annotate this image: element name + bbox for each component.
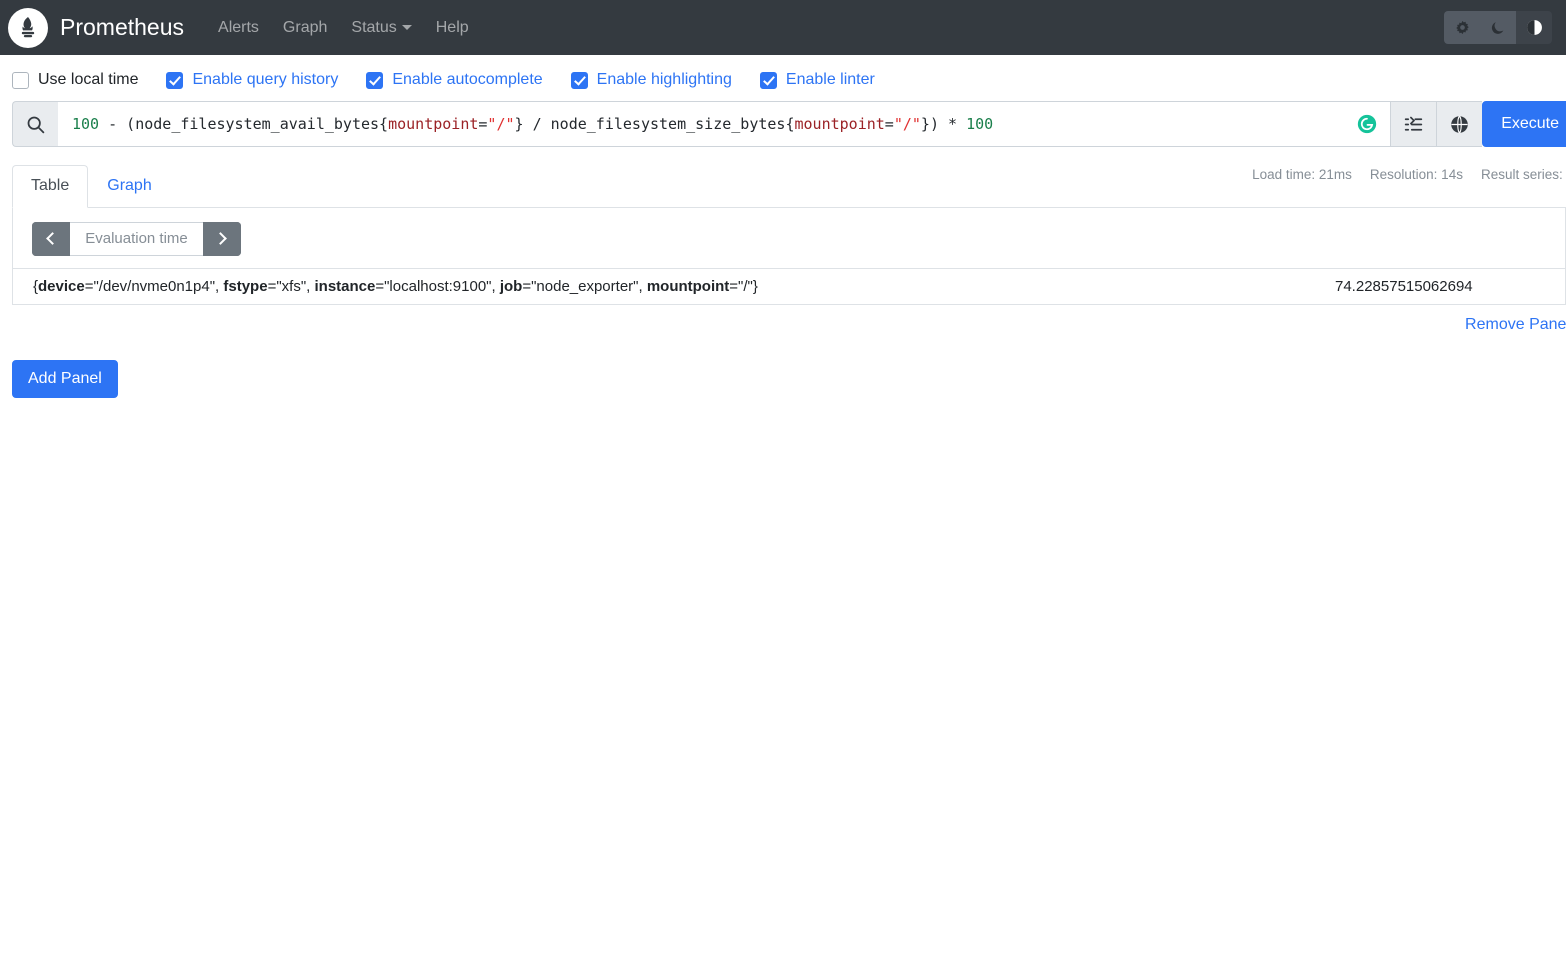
enable-autocomplete-checkbox[interactable] — [366, 71, 384, 89]
grammarly-icon[interactable] — [1344, 101, 1391, 147]
table-tab-panel: Evaluation time {device="/dev/nvme0n1p4"… — [12, 207, 1566, 305]
half-circle-icon — [1526, 19, 1543, 36]
promql-token-4: "/" — [487, 115, 515, 133]
query-input-group: 100 - (node_filesystem_avail_bytes{mount… — [12, 101, 1566, 147]
enable-autocomplete-label: Enable autocomplete — [392, 71, 543, 88]
promql-token-7: = — [884, 115, 894, 133]
label-value-device: ="/dev/nvme0n1p4", — [84, 277, 224, 295]
enable-linter-checkbox[interactable] — [759, 71, 777, 89]
option-enable-autocomplete[interactable]: Enable autocomplete — [366, 71, 543, 89]
evaluation-time-wrapper: Evaluation time — [13, 221, 1565, 268]
option-enable-highlighting[interactable]: Enable highlighting — [570, 71, 732, 89]
promql-expression-text: 100 - (node_filesystem_avail_bytes{mount… — [72, 115, 993, 133]
top-navbar: Prometheus Alerts Graph Status Help — [0, 0, 1566, 55]
nav-link-alerts-label: Alerts — [218, 18, 259, 36]
label-name-job: job — [499, 277, 523, 295]
evaluation-time-group: Evaluation time — [32, 221, 241, 256]
evaluation-time-next-button[interactable] — [203, 221, 241, 256]
chevron-right-icon — [214, 232, 227, 246]
use-local-time-checkbox[interactable] — [12, 71, 29, 89]
evaluation-time-input[interactable]: Evaluation time — [70, 221, 203, 256]
label-name-fstype: fstype — [223, 277, 268, 295]
promql-token-6: mountpoint — [794, 115, 885, 133]
promql-token-0: 100 — [72, 115, 100, 133]
auto-theme-button[interactable] — [1516, 11, 1552, 44]
result-metric-labels: {device="/dev/nvme0n1p4", fstype="xfs", … — [13, 267, 1315, 304]
moon-icon — [1491, 20, 1506, 35]
remove-panel-link[interactable]: Remove Panel — [1465, 316, 1566, 334]
resolution-stat: Resolution: 14s — [1369, 167, 1463, 182]
evaluation-time-prev-button[interactable] — [32, 221, 70, 256]
nav-link-status-label: Status — [351, 18, 397, 36]
tab-table[interactable]: Table — [12, 165, 89, 208]
nav-link-help[interactable]: Help — [424, 13, 481, 43]
add-panel-wrapper: Add Panel — [0, 334, 1566, 398]
query-panel: 100 - (node_filesystem_avail_bytes{mount… — [0, 101, 1566, 334]
enable-query-history-label: Enable query history — [192, 71, 339, 88]
load-time-stat: Load time: 21ms — [1252, 167, 1352, 182]
label-name-mountpoint: mountpoint — [646, 277, 730, 295]
enable-highlighting-checkbox[interactable] — [570, 71, 588, 89]
option-enable-linter[interactable]: Enable linter — [759, 71, 875, 89]
format-expression-icon[interactable] — [1390, 101, 1437, 147]
metrics-explorer-globe-icon[interactable] — [1436, 101, 1483, 147]
search-icon — [12, 101, 58, 147]
table-row: {device="/dev/nvme0n1p4", fstype="xfs", … — [13, 267, 1565, 304]
promql-token-1: - (node_filesystem_avail_bytes{ — [99, 115, 389, 133]
promql-token-9: }) * — [920, 115, 967, 133]
chevron-down-icon — [401, 25, 412, 30]
label-name-device: device — [38, 277, 85, 295]
label-value-mountpoint: ="/" — [729, 277, 753, 295]
result-series-stat: Result series: 1 — [1480, 167, 1566, 182]
result-value: 74.22857515062694 — [1315, 267, 1565, 304]
query-stats: Load time: 21ms Resolution: 14s Result s… — [1252, 167, 1566, 182]
remove-panel-row: Remove Panel — [12, 305, 1566, 334]
nav-link-graph-label: Graph — [282, 18, 328, 36]
chevron-left-icon — [46, 232, 59, 246]
promql-token-2: mountpoint — [388, 115, 479, 133]
sun-icon — [1455, 20, 1470, 35]
option-use-local-time[interactable]: Use local time — [12, 71, 138, 89]
option-enable-query-history[interactable]: Enable query history — [166, 71, 338, 89]
enable-query-history-checkbox[interactable] — [166, 71, 184, 89]
use-local-time-label: Use local time — [38, 71, 139, 88]
nav-links: Alerts Graph Status Help — [206, 13, 481, 43]
nav-link-status[interactable]: Status — [339, 13, 423, 43]
promql-token-10: 100 — [966, 115, 994, 133]
promql-expression-input[interactable]: 100 - (node_filesystem_avail_bytes{mount… — [58, 101, 1345, 147]
nav-link-graph[interactable]: Graph — [271, 13, 339, 43]
label-value-job: ="node_exporter", — [522, 277, 647, 295]
brand[interactable]: Prometheus — [8, 7, 185, 48]
metric-brace-close: } — [752, 277, 758, 295]
promql-token-5: } / node_filesystem_size_bytes{ — [514, 115, 795, 133]
add-panel-button[interactable]: Add Panel — [12, 359, 118, 398]
light-theme-button[interactable] — [1444, 11, 1480, 44]
label-value-fstype: ="xfs", — [267, 277, 315, 295]
result-table: {device="/dev/nvme0n1p4", fstype="xfs", … — [13, 267, 1565, 304]
query-options-row: Use local time Enable query history Enab… — [0, 55, 1566, 101]
promql-token-8: "/" — [893, 115, 921, 133]
enable-highlighting-label: Enable highlighting — [596, 71, 732, 88]
nav-link-help-label: Help — [435, 18, 469, 36]
tab-graph[interactable]: Graph — [88, 165, 170, 208]
dark-theme-button[interactable] — [1480, 11, 1516, 44]
brand-title: Prometheus — [60, 14, 185, 40]
enable-linter-label: Enable linter — [785, 71, 875, 88]
result-tabs-wrapper: Load time: 21ms Resolution: 14s Result s… — [12, 165, 1566, 305]
execute-button[interactable]: Execute — [1482, 101, 1566, 147]
prometheus-torch-icon — [8, 7, 48, 48]
nav-link-alerts[interactable]: Alerts — [206, 13, 271, 43]
label-value-instance: ="localhost:9100", — [375, 277, 500, 295]
label-name-instance: instance — [314, 277, 376, 295]
theme-toggle-group — [1444, 11, 1552, 44]
